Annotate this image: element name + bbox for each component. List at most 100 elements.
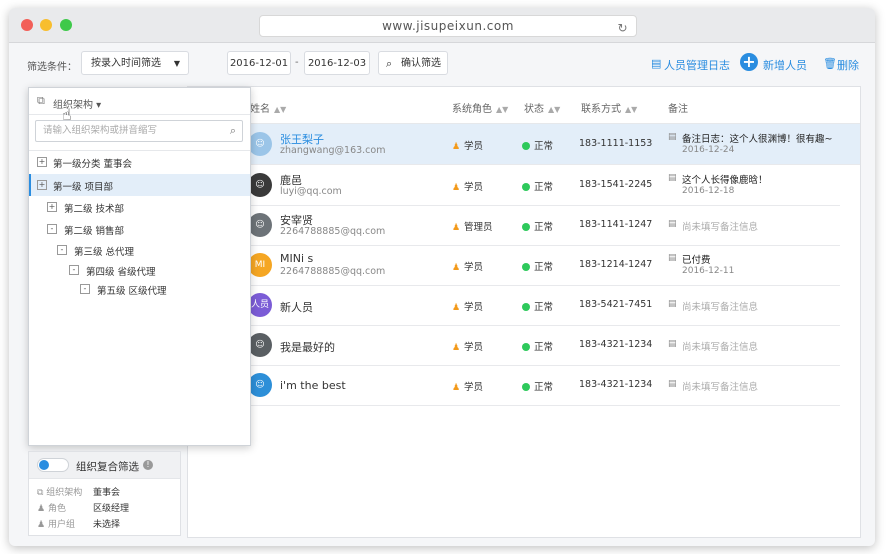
collapse-icon[interactable]: - xyxy=(69,265,79,275)
status-label: 正常 xyxy=(534,262,554,273)
header-role[interactable]: 系统角色 ▲▼ xyxy=(452,100,508,115)
tree-item-label: 第一级 项目部 xyxy=(53,182,114,193)
filter-mode-select[interactable]: 按录入时间筛选 ▼ xyxy=(81,51,189,75)
note-icon: ▤ xyxy=(668,219,677,229)
note-text: 这个人长得像鹿晗！ xyxy=(682,175,768,186)
reload-icon[interactable]: ↻ xyxy=(617,18,628,38)
filter-label: 筛选条件： xyxy=(27,62,77,73)
collapse-icon[interactable]: - xyxy=(47,224,57,234)
composite-filter-title: 组织复合筛选 xyxy=(76,461,139,473)
table-header: 姓名 ▲▼ 系统角色 ▲▼ 状态 ▲▼ 联系方式 ▲▼ 备注 xyxy=(188,87,860,124)
status-label: 正常 xyxy=(534,382,554,393)
student-icon: ♟ xyxy=(452,183,461,193)
table-row[interactable]: ☺ 我是最好的 ♟ 学员 正常 183-4321-1234 ▤ 尚未填写备注信息 xyxy=(188,325,840,366)
person-email: zhangwang@163.com xyxy=(280,145,386,156)
status-dot-icon xyxy=(522,263,530,271)
tree-item[interactable]: - 第二级 销售部 xyxy=(29,218,250,240)
tree-item[interactable]: + 第一级 项目部 xyxy=(29,174,250,196)
tree-item[interactable]: + 第一级分类 董事会 xyxy=(29,151,250,173)
note-text: 尚未填写备注信息 xyxy=(682,222,759,233)
tree-item-label: 第一级分类 董事会 xyxy=(53,159,133,170)
person-email: 2264788885@qq.com xyxy=(280,266,386,277)
person-name[interactable]: MINi s xyxy=(280,252,313,265)
confirm-filter-button[interactable]: ⌕ 确认筛选 xyxy=(378,51,448,75)
sort-icon: ▲▼ xyxy=(625,105,638,114)
title-bar: www.jisupeixun.com ↻ xyxy=(9,8,875,43)
student-icon: ♟ xyxy=(452,343,461,353)
header-name[interactable]: 姓名 ▲▼ xyxy=(250,100,286,115)
date-to-input[interactable]: 2016-12-03 xyxy=(304,51,370,75)
header-name-label: 姓名 xyxy=(250,104,270,115)
status-dot-icon xyxy=(522,343,530,351)
role-label: 学员 xyxy=(464,342,484,353)
expand-icon[interactable]: + xyxy=(37,180,47,190)
note-icon: ▤ xyxy=(668,339,677,349)
sort-icon: ▲▼ xyxy=(274,105,287,114)
person-email: 2264788885@qq.com xyxy=(280,226,386,237)
expand-icon[interactable]: + xyxy=(37,157,47,167)
phone-cell: 183-1541-2245 xyxy=(579,179,653,190)
phone-cell: 183-1111-1153 xyxy=(579,138,653,149)
note-date: 2016-12-11 xyxy=(682,266,735,276)
status-label: 正常 xyxy=(534,342,554,353)
note-icon: ▤ xyxy=(668,132,677,142)
address-bar[interactable]: www.jisupeixun.com ↻ xyxy=(259,15,637,37)
expand-icon[interactable]: + xyxy=(47,202,57,212)
info-icon[interactable]: ! xyxy=(143,460,153,470)
avatar: ☺ xyxy=(248,132,272,156)
toggle-knob xyxy=(39,460,49,470)
tree-item[interactable]: - 第三级 总代理 xyxy=(29,239,250,261)
person-email: luyi@qq.com xyxy=(280,186,342,197)
role-label: 学员 xyxy=(464,182,484,193)
date-from-input[interactable]: 2016-12-01 xyxy=(227,51,291,75)
close-window-button[interactable] xyxy=(21,19,33,31)
avatar: MI xyxy=(248,253,272,277)
phone-cell: 183-5421-7451 xyxy=(579,299,653,310)
minimize-window-button[interactable] xyxy=(40,19,52,31)
avatar: ☺ xyxy=(248,173,272,197)
role-label: 学员 xyxy=(464,262,484,273)
status-dot-icon xyxy=(522,142,530,150)
table-row[interactable]: ☺ 张王梨子 zhangwang@163.com ♟ 学员 正常 183-1111… xyxy=(188,124,860,165)
table-row[interactable]: ☺ i'm the best ♟ 学员 正常 183-4321-1234 ▤ 尚未… xyxy=(188,365,840,406)
tree-item[interactable]: + 第二级 技术部 xyxy=(29,196,250,218)
person-log-link[interactable]: 人员管理日志 xyxy=(664,57,730,73)
role-cell: ♟ 学员 xyxy=(452,339,483,353)
filter-line-value: 未选择 xyxy=(93,520,121,530)
trash-icon: 🗑 xyxy=(823,57,837,70)
note-date: 2016-12-24 xyxy=(682,145,735,155)
person-name[interactable]: 新人员 xyxy=(280,299,313,315)
composite-filter-header: 组织复合筛选 ! xyxy=(29,452,180,479)
table-row[interactable]: ☺ 鹿邑 luyi@qq.com ♟ 学员 正常 183-1541-2245 ▤ … xyxy=(188,165,840,206)
person-name[interactable]: 我是最好的 xyxy=(280,339,335,355)
table-row[interactable]: 人员 新人员 ♟ 学员 正常 183-5421-7451 ▤ 尚未填写备注信息 xyxy=(188,285,840,326)
tree-item-label: 第四级 省级代理 xyxy=(86,267,156,278)
filter-line-label: ♟ 角色 xyxy=(37,504,66,514)
search-icon[interactable]: ⌕ xyxy=(230,121,236,141)
composite-filter-toggle[interactable] xyxy=(37,458,69,472)
header-status-label: 状态 xyxy=(524,104,544,115)
table-row[interactable]: ☺ 安宰贤 2264788885@qq.com ♟ 管理员 正常 183-1141… xyxy=(188,205,840,246)
status-cell: 正常 xyxy=(522,379,553,393)
tree-item[interactable]: - 第五级 区级代理 xyxy=(29,278,250,300)
delete-link[interactable]: 删除 xyxy=(837,57,859,73)
status-cell: 正常 xyxy=(522,138,553,152)
header-status[interactable]: 状态 ▲▼ xyxy=(524,100,560,115)
note-text: 备注日志：这个人很渊博！很有趣~ xyxy=(682,134,833,145)
filter-bar: 筛选条件： 按录入时间筛选 ▼ 2016-12-01 - 2016-12-03 … xyxy=(9,43,875,85)
header-contact[interactable]: 联系方式 ▲▼ xyxy=(581,100,637,115)
maximize-window-button[interactable] xyxy=(60,19,72,31)
avatar: 人员 xyxy=(248,293,272,317)
collapse-icon[interactable]: - xyxy=(57,245,67,255)
add-person-icon[interactable]: + xyxy=(740,53,758,71)
collapse-icon[interactable]: - xyxy=(80,284,90,294)
caret-down-icon: ▼ xyxy=(173,59,180,68)
table-row[interactable]: MI MINi s 2264788885@qq.com ♟ 学员 正常 183-1… xyxy=(188,245,840,286)
role-label: 管理员 xyxy=(464,222,493,233)
person-name[interactable]: i'm the best xyxy=(280,379,346,392)
student-icon: ♟ xyxy=(452,383,461,393)
browser-window: www.jisupeixun.com ↻ 筛选条件： 按录入时间筛选 ▼ 201… xyxy=(9,8,875,546)
add-person-link[interactable]: 新增人员 xyxy=(763,57,807,73)
log-icon: ▤ xyxy=(651,57,662,70)
filter-line-label-text: 用户组 xyxy=(47,520,75,530)
